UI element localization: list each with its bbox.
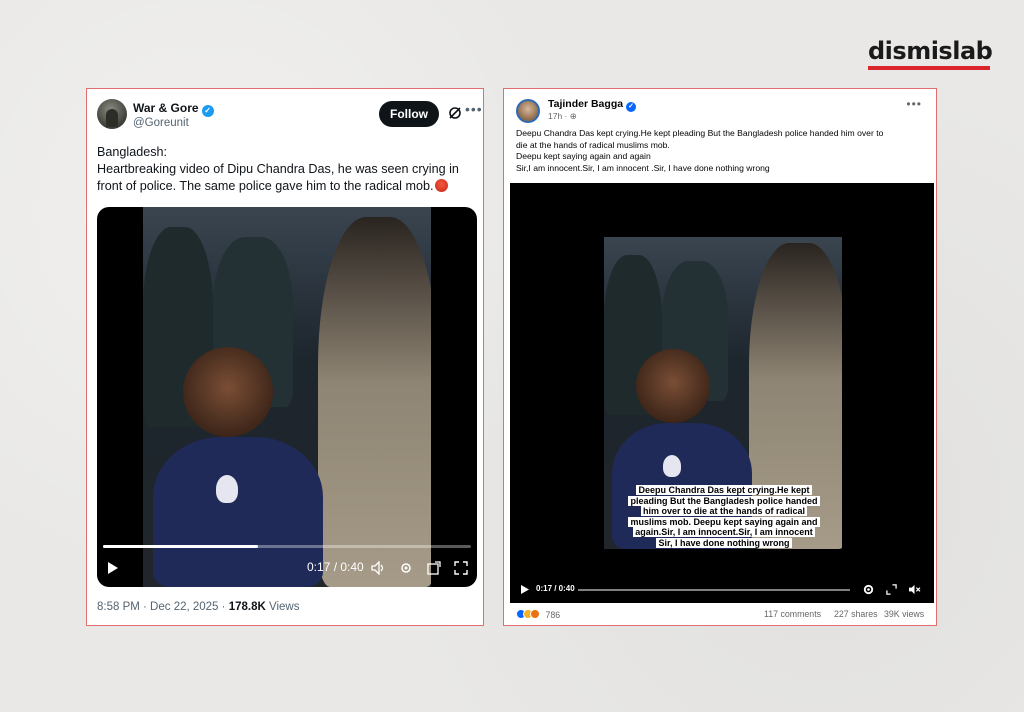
grok-icon[interactable]	[447, 105, 463, 121]
face-shape	[183, 347, 273, 437]
settings-gear-icon[interactable]	[399, 561, 413, 575]
author-name[interactable]: Tajinder Bagga ✓	[548, 98, 637, 112]
views-count: 178.8K	[228, 601, 266, 613]
reactions-count: 786	[545, 610, 561, 620]
views-label: Views	[265, 601, 300, 613]
logo-text: dismislab	[868, 37, 993, 65]
video-progress-bar[interactable]	[578, 589, 850, 591]
face-shape	[636, 349, 710, 423]
video-time: 0:17 / 0:40	[307, 560, 364, 574]
video-controls: 0:17 / 0:40	[97, 555, 477, 581]
badge-emblem-shape	[663, 455, 681, 477]
author-name[interactable]: War & Gore ✓	[133, 101, 214, 117]
video-player[interactable]: 0:17 / 0:40	[97, 207, 477, 587]
avatar[interactable]	[97, 99, 127, 129]
volume-icon[interactable]	[371, 561, 387, 575]
video-time: 0:17 / 0:40	[536, 584, 575, 593]
globe-icon: ⊕	[569, 111, 577, 121]
follow-button[interactable]: Follow	[379, 101, 439, 127]
tweet-text: Bangladesh: Heartbreaking video of Dipu …	[97, 144, 477, 195]
tweet-header: War & Gore ✓ @Goreunit Follow •••	[97, 99, 482, 135]
more-options-icon[interactable]: •••	[906, 97, 922, 111]
author-handle[interactable]: @Goreunit	[133, 117, 189, 129]
badge-emblem-shape	[216, 475, 238, 503]
facebook-post-screenshot: Tajinder Bagga ✓ 17h · ⊕ ••• Deepu Chandr…	[503, 88, 937, 626]
tweet-timestamp[interactable]: 8:58 PM · Dec 22, 2025 ·	[97, 601, 229, 613]
verified-badge-icon: ✓	[201, 105, 214, 117]
tweet-meta: 8:58 PM · Dec 22, 2025 · 178.8K Views	[97, 601, 299, 613]
views-count: 39K views	[884, 609, 925, 619]
dismislab-logo: dismislab	[868, 38, 998, 72]
angry-reaction-icon	[530, 609, 540, 619]
video-progress-fill	[103, 545, 258, 548]
fullscreen-icon[interactable]	[454, 561, 468, 575]
post-text-line: Deepu kept saying again and again	[516, 151, 651, 161]
avatar[interactable]	[516, 99, 540, 123]
post-text-line: Sir,I am innocent.Sir, I am innocent .Si…	[516, 162, 770, 173]
settings-gear-icon[interactable]	[862, 583, 875, 596]
reactions[interactable]: 786	[516, 609, 560, 620]
post-text-line: die at the hands of radical muslims mob.	[516, 139, 670, 150]
more-options-icon[interactable]: •••	[465, 101, 483, 117]
play-icon[interactable]	[520, 584, 530, 595]
tweet-text-body: Heartbreaking video of Dipu Chandra Das,…	[97, 162, 459, 193]
video-player[interactable]: Deepu Chandra Das kept crying.He kept pl…	[510, 183, 934, 603]
video-caption: Deepu Chandra Das kept crying.He kept pl…	[628, 485, 820, 548]
tweet-text-line1: Bangladesh:	[97, 145, 168, 159]
post-text-line: Deepu Chandra Das kept crying.He kept pl…	[516, 128, 884, 138]
officer-back-shape	[318, 217, 431, 587]
fullscreen-icon[interactable]	[886, 584, 897, 595]
video-frame	[143, 207, 431, 587]
video-progress-bar[interactable]	[103, 545, 471, 548]
picture-in-picture-icon[interactable]	[427, 561, 441, 575]
logo-underline	[868, 66, 990, 70]
mute-icon[interactable]	[908, 584, 921, 595]
post-time[interactable]: 17h · ⊕	[548, 111, 577, 122]
comments-count[interactable]: 117 comments	[764, 609, 821, 619]
tweet-screenshot: War & Gore ✓ @Goreunit Follow ••• Banglad…	[86, 88, 484, 626]
video-controls: 0:17 / 0:40	[510, 581, 934, 599]
post-text: Deepu Chandra Das kept crying.He kept pl…	[516, 128, 928, 174]
angry-face-emoji-icon	[435, 179, 449, 192]
play-icon[interactable]	[107, 561, 119, 575]
verified-badge-icon: ✓	[626, 102, 637, 112]
post-footer: 786 117 comments 227 shares 39K views	[516, 609, 928, 623]
shares-count[interactable]: 227 shares	[834, 609, 878, 619]
